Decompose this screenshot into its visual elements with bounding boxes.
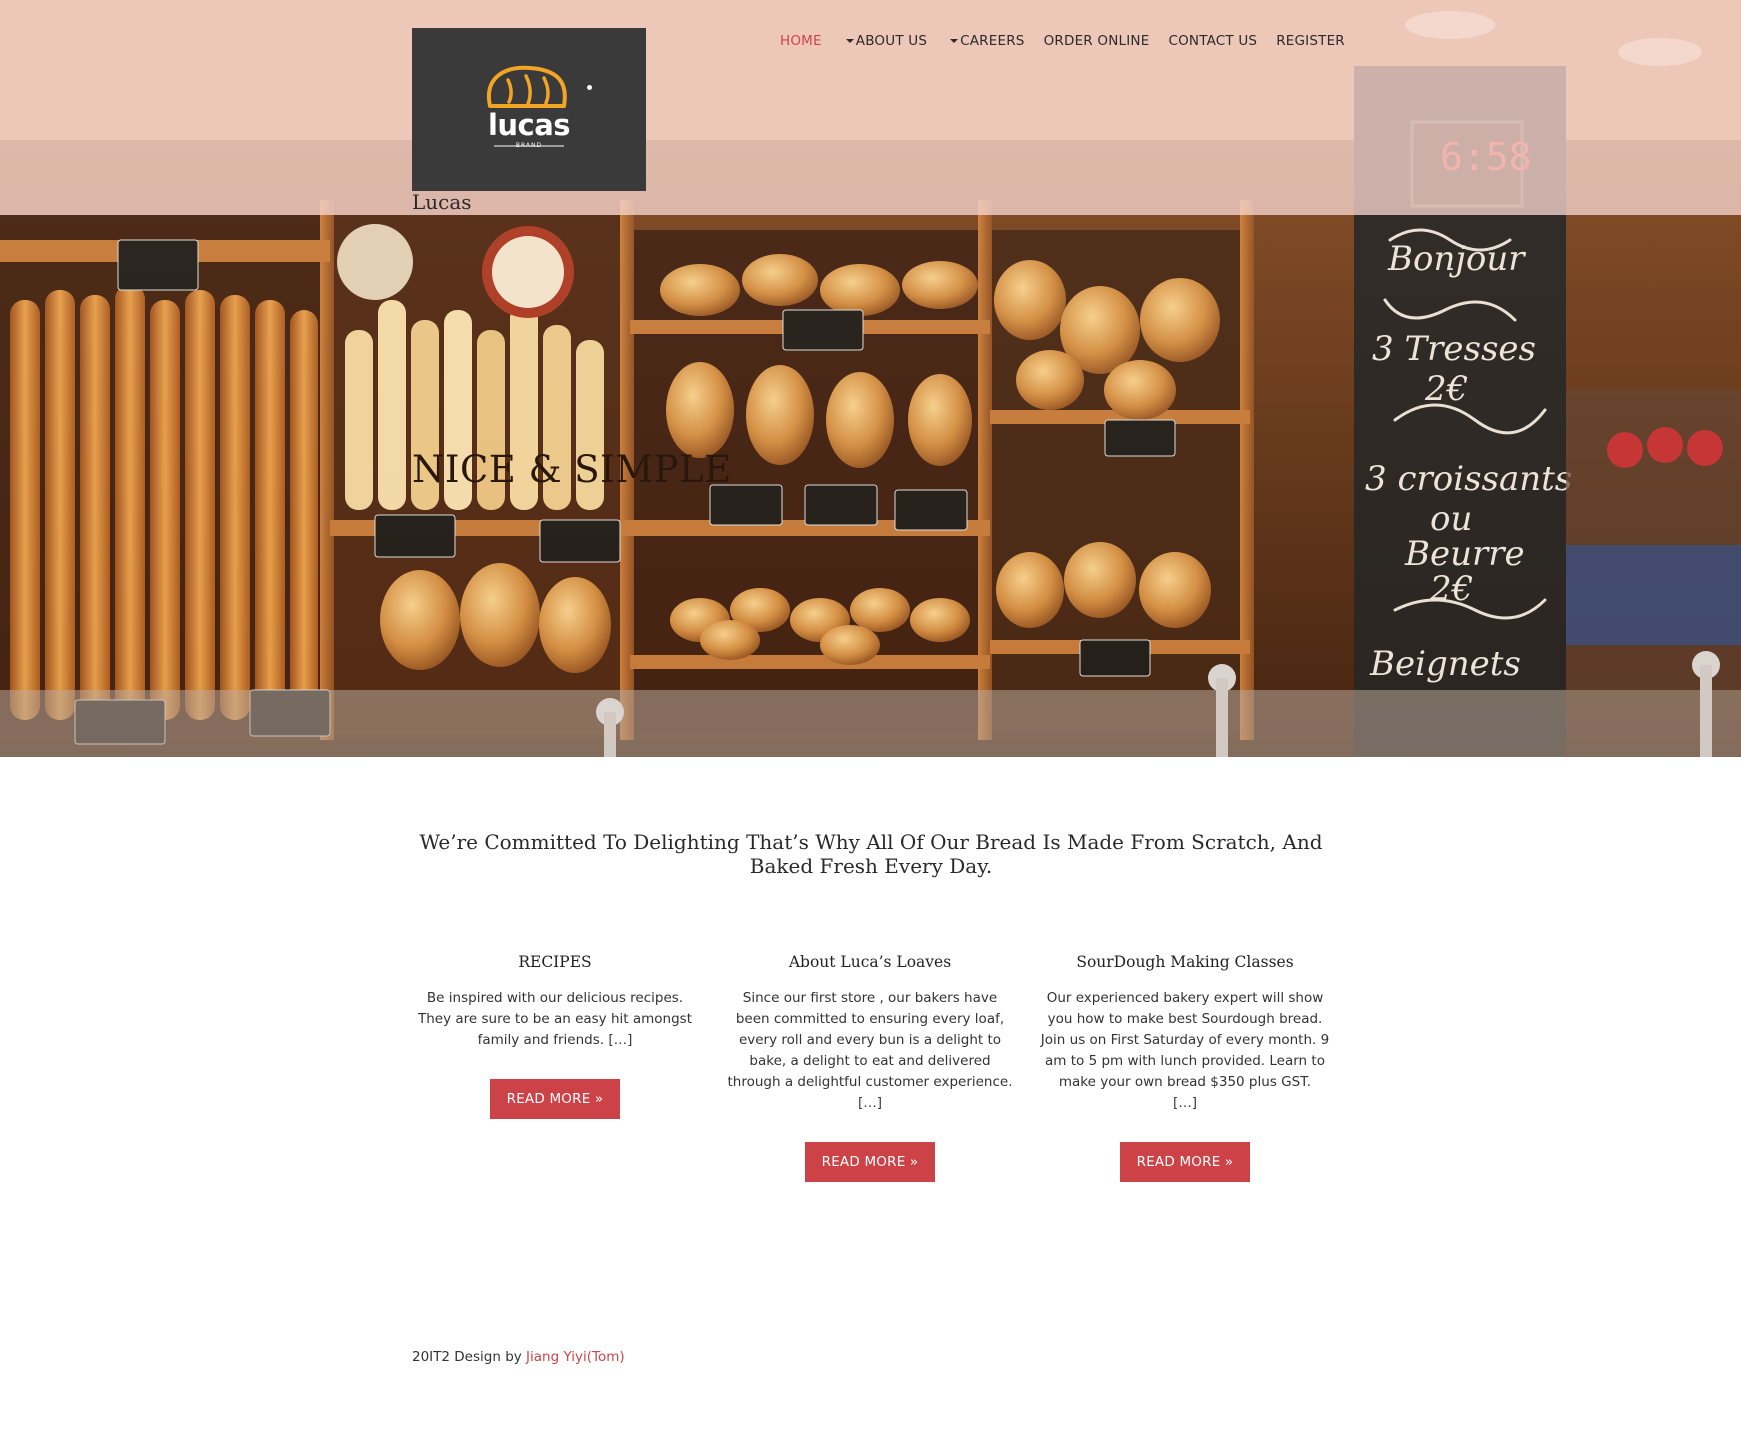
nav-order-online-label: ORDER ONLINE [1043, 33, 1150, 49]
nav-contact-us-label: CONTACT US [1168, 33, 1258, 49]
footer-credit: 20IT2 Design by Jiang Yiyi(Tom) [412, 1349, 625, 1365]
feature-body: Be inspired with our delicious recipes. … [417, 990, 692, 1048]
feature-text: Be inspired with our delicious recipes. … [410, 988, 700, 1051]
nav-order-online[interactable]: ORDER ONLINE [1044, 33, 1150, 49]
feature-body: Our experienced bakery expert will show … [1040, 990, 1330, 1090]
nav-careers-label: CAREERS [960, 33, 1025, 49]
feature-body: Since our first store , our bakers have … [727, 990, 1013, 1090]
read-more-button[interactable]: READ MORE » [490, 1079, 620, 1119]
nav-careers[interactable]: CAREERS [950, 33, 1024, 49]
footer-prefix: 20IT2 Design by [412, 1349, 522, 1365]
hero-banner: Bonjour 3 Tresses 2€ 3 croissants ou Beu… [0, 0, 1741, 757]
feature-text: Since our first store , our bakers have … [725, 988, 1015, 1114]
feature-text: Our experienced bakery expert will show … [1040, 988, 1330, 1114]
feature-about-loaves: About Luca’s Loaves Since our first stor… [725, 952, 1015, 1182]
more-link[interactable]: […] [1173, 1095, 1197, 1111]
read-more-button[interactable]: READ MORE » [805, 1142, 935, 1182]
nav-about-us-label: ABOUT US [855, 33, 928, 49]
feature-recipes: RECIPES Be inspired with our delicious r… [410, 952, 700, 1119]
nav-register[interactable]: REGISTER [1276, 33, 1345, 49]
brand-logo[interactable]: lucas BRAND [412, 28, 646, 191]
read-more-button[interactable]: READ MORE » [1120, 1142, 1250, 1182]
caret-down-icon [845, 39, 854, 43]
caret-down-icon [950, 39, 959, 43]
nav-home-label: HOME [780, 33, 822, 49]
nav-register-label: REGISTER [1276, 33, 1345, 49]
more-link[interactable]: […] [858, 1095, 882, 1111]
site-name[interactable]: Lucas [412, 190, 472, 214]
tagline: We’re Committed To Delighting That’s Why… [419, 830, 1323, 878]
feature-sourdough-classes: SourDough Making Classes Our experienced… [1040, 952, 1330, 1182]
logo-wordmark: lucas [487, 108, 571, 142]
author-link[interactable]: Jiang Yiyi(Tom) [526, 1349, 625, 1365]
nav-about-us[interactable]: ABOUT US [845, 33, 928, 49]
more-link[interactable]: […] [608, 1032, 632, 1048]
hero-title: NICE & SIMPLE [412, 448, 732, 491]
feature-title: SourDough Making Classes [1076, 953, 1294, 971]
decorative-dot [587, 85, 592, 90]
main-nav: HOME ABOUT US CAREERS ORDER ONLINE CONTA… [780, 30, 1345, 52]
feature-title: RECIPES [518, 953, 592, 971]
nav-contact-us[interactable]: CONTACT US [1168, 33, 1257, 49]
logo-subtext: BRAND [515, 142, 543, 149]
nav-home[interactable]: HOME [780, 33, 822, 49]
feature-title: About Luca’s Loaves [788, 953, 952, 971]
